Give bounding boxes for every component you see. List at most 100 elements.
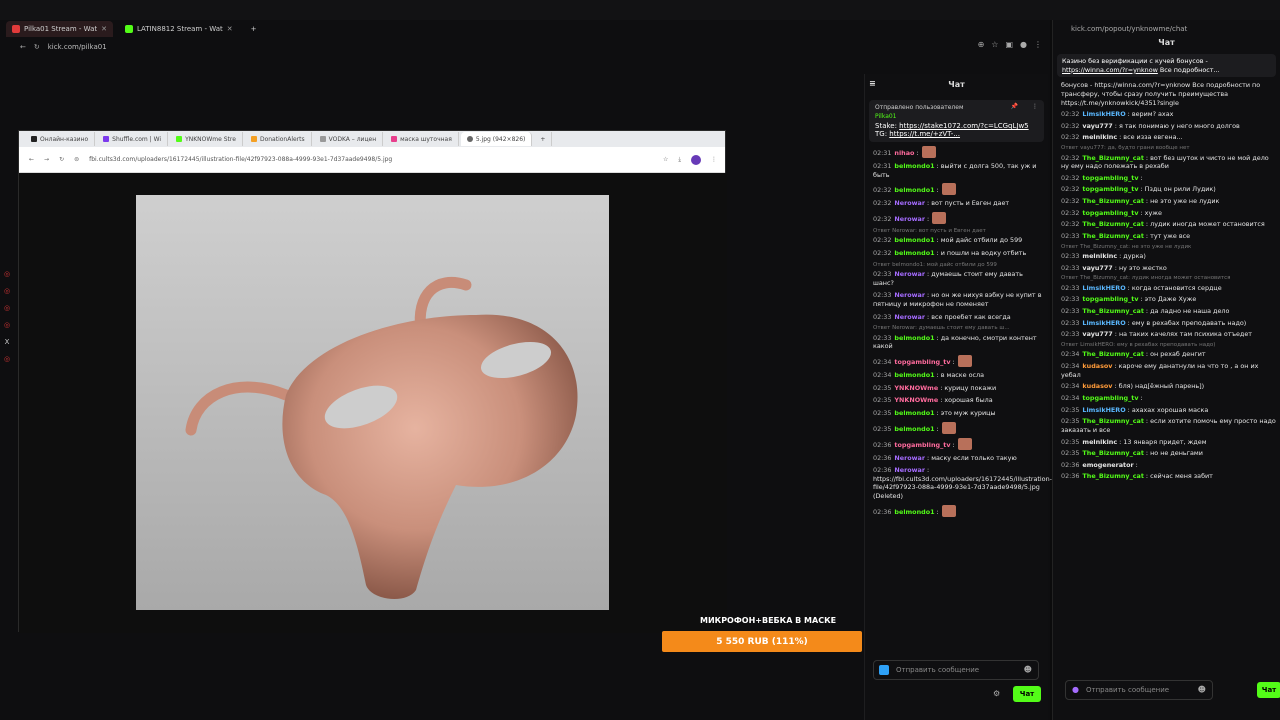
message-username[interactable]: belmondo1 xyxy=(894,508,934,516)
message-username[interactable]: vayu777 xyxy=(1082,330,1112,338)
message-username[interactable]: topgambling_tv xyxy=(1082,394,1138,402)
message-username[interactable]: belmondo1 xyxy=(894,334,934,342)
collapse-chat-icon[interactable]: ≡ xyxy=(869,79,876,88)
reply-preview[interactable]: Ответ The_Bizumny_cat: не это уже не луд… xyxy=(1061,244,1276,251)
message-username[interactable]: belmondo1 xyxy=(894,371,934,379)
chat-input[interactable]: Отправить сообщение ☻ xyxy=(873,660,1039,680)
message-username[interactable]: topgambling_tv xyxy=(894,358,950,366)
pinned-link[interactable]: https://winna.com/?r=ynknow xyxy=(1062,66,1158,74)
inner-url[interactable]: fbi.cults3d.com/uploaders/16172445/illus… xyxy=(89,156,653,163)
message-username[interactable]: melnikinc xyxy=(1082,438,1117,446)
rail-icon[interactable]: ◎ xyxy=(4,304,10,312)
message-username[interactable]: Nerowar xyxy=(894,291,925,299)
close-icon[interactable]: ✕ xyxy=(101,25,107,33)
message-username[interactable]: The_Bizumny_cat xyxy=(1082,154,1144,162)
message-username[interactable]: The_Bizumny_cat xyxy=(1082,197,1144,205)
address-bar[interactable]: ← ↻ kick.com/pilka01 xyxy=(0,38,1050,56)
pinned-link[interactable]: https://t.me/+zVT-... xyxy=(889,130,960,138)
forward-icon[interactable]: → xyxy=(44,156,49,163)
menu-icon[interactable]: ⋮ xyxy=(1034,40,1042,49)
pin-icon[interactable]: 📌 xyxy=(1011,103,1018,110)
inner-tab[interactable]: YNKNOWme Stre xyxy=(170,132,243,146)
reload-icon[interactable]: ↻ xyxy=(59,156,64,163)
chat-send-button[interactable]: Чат xyxy=(1013,686,1041,702)
rail-icon[interactable]: ◎ xyxy=(4,270,10,278)
pinned-link[interactable]: https://stake1072.com/?c=LCGqLJw5 xyxy=(899,122,1028,130)
message-username[interactable]: belmondo1 xyxy=(894,186,934,194)
inner-tab-active[interactable]: 5.jpg (942×826) xyxy=(460,132,533,146)
url-text[interactable]: kick.com/pilka01 xyxy=(48,43,107,51)
message-username[interactable]: The_Bizumny_cat xyxy=(1082,232,1144,240)
message-username[interactable]: The_Bizumny_cat xyxy=(1082,417,1144,425)
message-username[interactable]: The_Bizumny_cat xyxy=(1082,220,1144,228)
reply-preview[interactable]: Ответ LimsikHERO: ему в рехабах преподав… xyxy=(1061,342,1276,349)
reply-preview[interactable]: Ответ Nerowar: думаешь стоит ему давать … xyxy=(873,325,1044,332)
new-tab-button[interactable]: + xyxy=(534,132,553,146)
zoom-icon[interactable]: ⊕ xyxy=(978,40,985,49)
message-username[interactable]: Nerowar xyxy=(894,270,925,278)
message-username[interactable]: The_Bizumny_cat xyxy=(1082,350,1144,358)
message-username[interactable]: kudasov xyxy=(1082,382,1112,390)
message-username[interactable]: YNKNOWme xyxy=(894,396,938,404)
reply-preview[interactable]: Ответ The_Bizumny_cat: лудик иногда може… xyxy=(1061,275,1276,282)
x-icon[interactable]: X xyxy=(5,338,10,346)
tab-latin8812[interactable]: LATIN8812 Stream - Wat ✕ xyxy=(119,21,239,37)
message-username[interactable]: vayu777 xyxy=(1082,264,1112,272)
emoji-icon[interactable]: ☻ xyxy=(1198,685,1206,694)
inner-tab[interactable]: Shuffle.com | Wi xyxy=(97,132,169,146)
inner-tab[interactable]: Онлайн-казино xyxy=(25,132,96,146)
inner-tab[interactable]: DonationAlerts xyxy=(245,132,312,146)
message-username[interactable]: topgambling_tv xyxy=(1082,209,1138,217)
message-username[interactable]: belmondo1 xyxy=(894,236,934,244)
rail-icon[interactable]: ◎ xyxy=(4,321,10,329)
message-username[interactable]: belmondo1 xyxy=(894,249,934,257)
mic-icon[interactable]: ● xyxy=(1072,685,1079,694)
download-icon[interactable]: ⤓ xyxy=(678,156,681,164)
reply-preview[interactable]: Ответ belmondo1: мой дайс отбили до 599 xyxy=(873,262,1044,269)
message-username[interactable]: LimsikHERO xyxy=(1082,110,1125,118)
rail-icon[interactable]: ◎ xyxy=(4,355,10,363)
message-username[interactable]: LimsikHERO xyxy=(1082,319,1125,327)
message-username[interactable]: kudasov xyxy=(1082,362,1112,370)
popout-send-button[interactable]: Чат xyxy=(1257,682,1280,698)
popout-address-bar[interactable]: kick.com/popout/ynknowme/chat xyxy=(1053,20,1280,38)
message-username[interactable]: belmondo1 xyxy=(894,425,934,433)
message-username[interactable]: topgambling_tv xyxy=(1082,174,1138,182)
tab-pilka01[interactable]: Pilka01 Stream - Wat ✕ xyxy=(6,21,113,37)
message-username[interactable]: belmondo1 xyxy=(894,162,934,170)
emoji-icon[interactable]: ☻ xyxy=(1024,665,1032,674)
message-username[interactable]: Nerowar xyxy=(894,466,925,474)
profile-icon[interactable]: ● xyxy=(1020,40,1027,49)
site-info-icon[interactable]: ⊜ xyxy=(74,156,79,163)
back-icon[interactable]: ← xyxy=(20,43,26,51)
message-username[interactable]: YNKNOWme xyxy=(894,384,938,392)
bookmark-icon[interactable]: ☆ xyxy=(991,40,998,49)
menu-icon[interactable]: ⋮ xyxy=(711,156,717,163)
message-username[interactable]: emogenerator xyxy=(1082,461,1133,469)
gear-icon[interactable]: ⚙ xyxy=(993,689,1000,698)
message-username[interactable]: Nerowar xyxy=(894,313,925,321)
back-icon[interactable]: ← xyxy=(29,156,34,163)
message-username[interactable]: melnikinc xyxy=(1082,252,1117,260)
popout-chat-input[interactable]: ● Отправить сообщение ☻ xyxy=(1065,680,1213,700)
inner-tab[interactable]: VODKA – лицен xyxy=(314,132,384,146)
new-tab-button[interactable]: + xyxy=(245,21,263,37)
message-username[interactable]: topgambling_tv xyxy=(1082,295,1138,303)
message-username[interactable]: LimsikHERO xyxy=(1082,406,1125,414)
kick-icon[interactable] xyxy=(879,665,889,675)
close-icon[interactable]: ✕ xyxy=(227,25,233,33)
message-username[interactable]: The_Bizumny_cat xyxy=(1082,472,1144,480)
reply-preview[interactable]: Ответ vayu777: да, будто грани вообще не… xyxy=(1061,145,1276,152)
reload-icon[interactable]: ↻ xyxy=(34,43,40,51)
message-username[interactable]: melnikinc xyxy=(1082,133,1117,141)
message-username[interactable]: LimsikHERO xyxy=(1082,284,1125,292)
message-username[interactable]: belmondo1 xyxy=(894,409,934,417)
avatar[interactable] xyxy=(691,154,701,165)
message-username[interactable]: Nerowar xyxy=(894,454,925,462)
message-username[interactable]: nihao xyxy=(894,149,914,157)
message-username[interactable]: Nerowar xyxy=(894,215,925,223)
message-username[interactable]: topgambling_tv xyxy=(894,441,950,449)
inner-tab[interactable]: маска шуточная xyxy=(385,132,459,146)
rail-icon[interactable]: ◎ xyxy=(4,287,10,295)
extensions-icon[interactable]: ▣ xyxy=(1005,40,1013,49)
